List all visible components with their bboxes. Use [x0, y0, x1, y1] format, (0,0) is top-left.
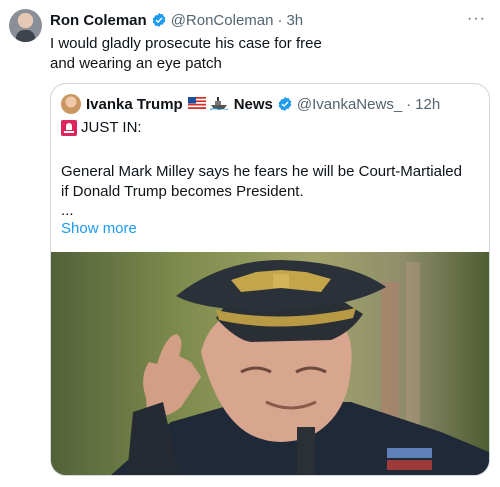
truncation-ellipsis: ... — [61, 202, 74, 219]
separator-dot: · — [277, 11, 283, 29]
author-handle[interactable]: @RonColeman — [171, 12, 274, 29]
tweet: Ron Coleman @RonColeman · 3h ··· I would… — [0, 0, 500, 487]
tweet-text-line: and wearing an eye patch — [50, 55, 222, 72]
more-icon[interactable]: ··· — [467, 10, 486, 28]
quoted-author-name-suffix: News — [233, 95, 273, 113]
tweet-text: I would gladly prosecute his case for fr… — [50, 34, 470, 74]
quoted-text-line: General Mark Milley says he fears he wil… — [61, 163, 462, 180]
quoted-author-handle[interactable]: @IvankaNews_ — [297, 96, 402, 113]
siren-icon — [61, 119, 77, 136]
quoted-author-name[interactable]: Ivanka Trump — [86, 96, 183, 113]
ship-icon — [209, 96, 228, 113]
quoted-tweet-header: Ivanka Trump News @IvankaNews_ · 12h — [61, 94, 440, 114]
author-name[interactable]: Ron Coleman — [50, 12, 147, 29]
author-avatar[interactable] — [9, 9, 42, 42]
just-in-label: JUST IN: — [81, 119, 142, 136]
separator-dot: · — [406, 95, 412, 113]
just-in-line: JUST IN: — [61, 119, 142, 136]
verified-badge-icon — [277, 96, 293, 112]
verified-badge-icon — [151, 12, 167, 28]
quoted-author-avatar[interactable] — [61, 94, 81, 114]
quoted-timestamp[interactable]: 12h — [415, 96, 440, 113]
quoted-tweet-text: General Mark Milley says he fears he wil… — [61, 162, 481, 202]
tweet-timestamp[interactable]: 3h — [286, 12, 303, 29]
us-flag-icon — [187, 96, 206, 113]
quoted-tweet[interactable]: Ivanka Trump News @IvankaNews_ · 12h JUS… — [50, 83, 490, 476]
show-more-link[interactable]: Show more — [61, 220, 137, 237]
quoted-tweet-photo[interactable] — [51, 252, 489, 475]
tweet-text-line: I would gladly prosecute his case for fr… — [50, 35, 322, 52]
photo-illustration — [51, 252, 489, 475]
quoted-text-line: if Donald Trump becomes President. — [61, 183, 304, 200]
tweet-header: Ron Coleman @RonColeman · 3h — [50, 10, 303, 30]
